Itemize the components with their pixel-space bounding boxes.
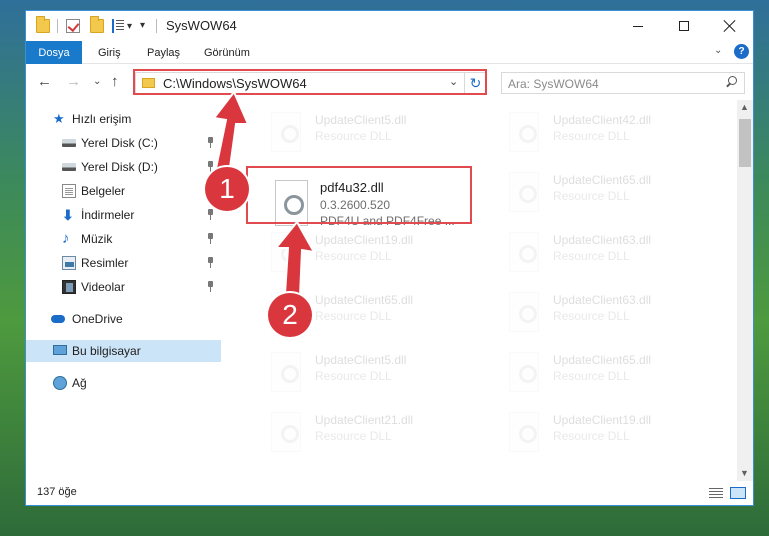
annotation-arrows (212, 90, 316, 298)
step-2-badge: 2 (268, 293, 312, 337)
arrow-2 (273, 220, 316, 298)
step-1-badge: 1 (205, 167, 249, 211)
